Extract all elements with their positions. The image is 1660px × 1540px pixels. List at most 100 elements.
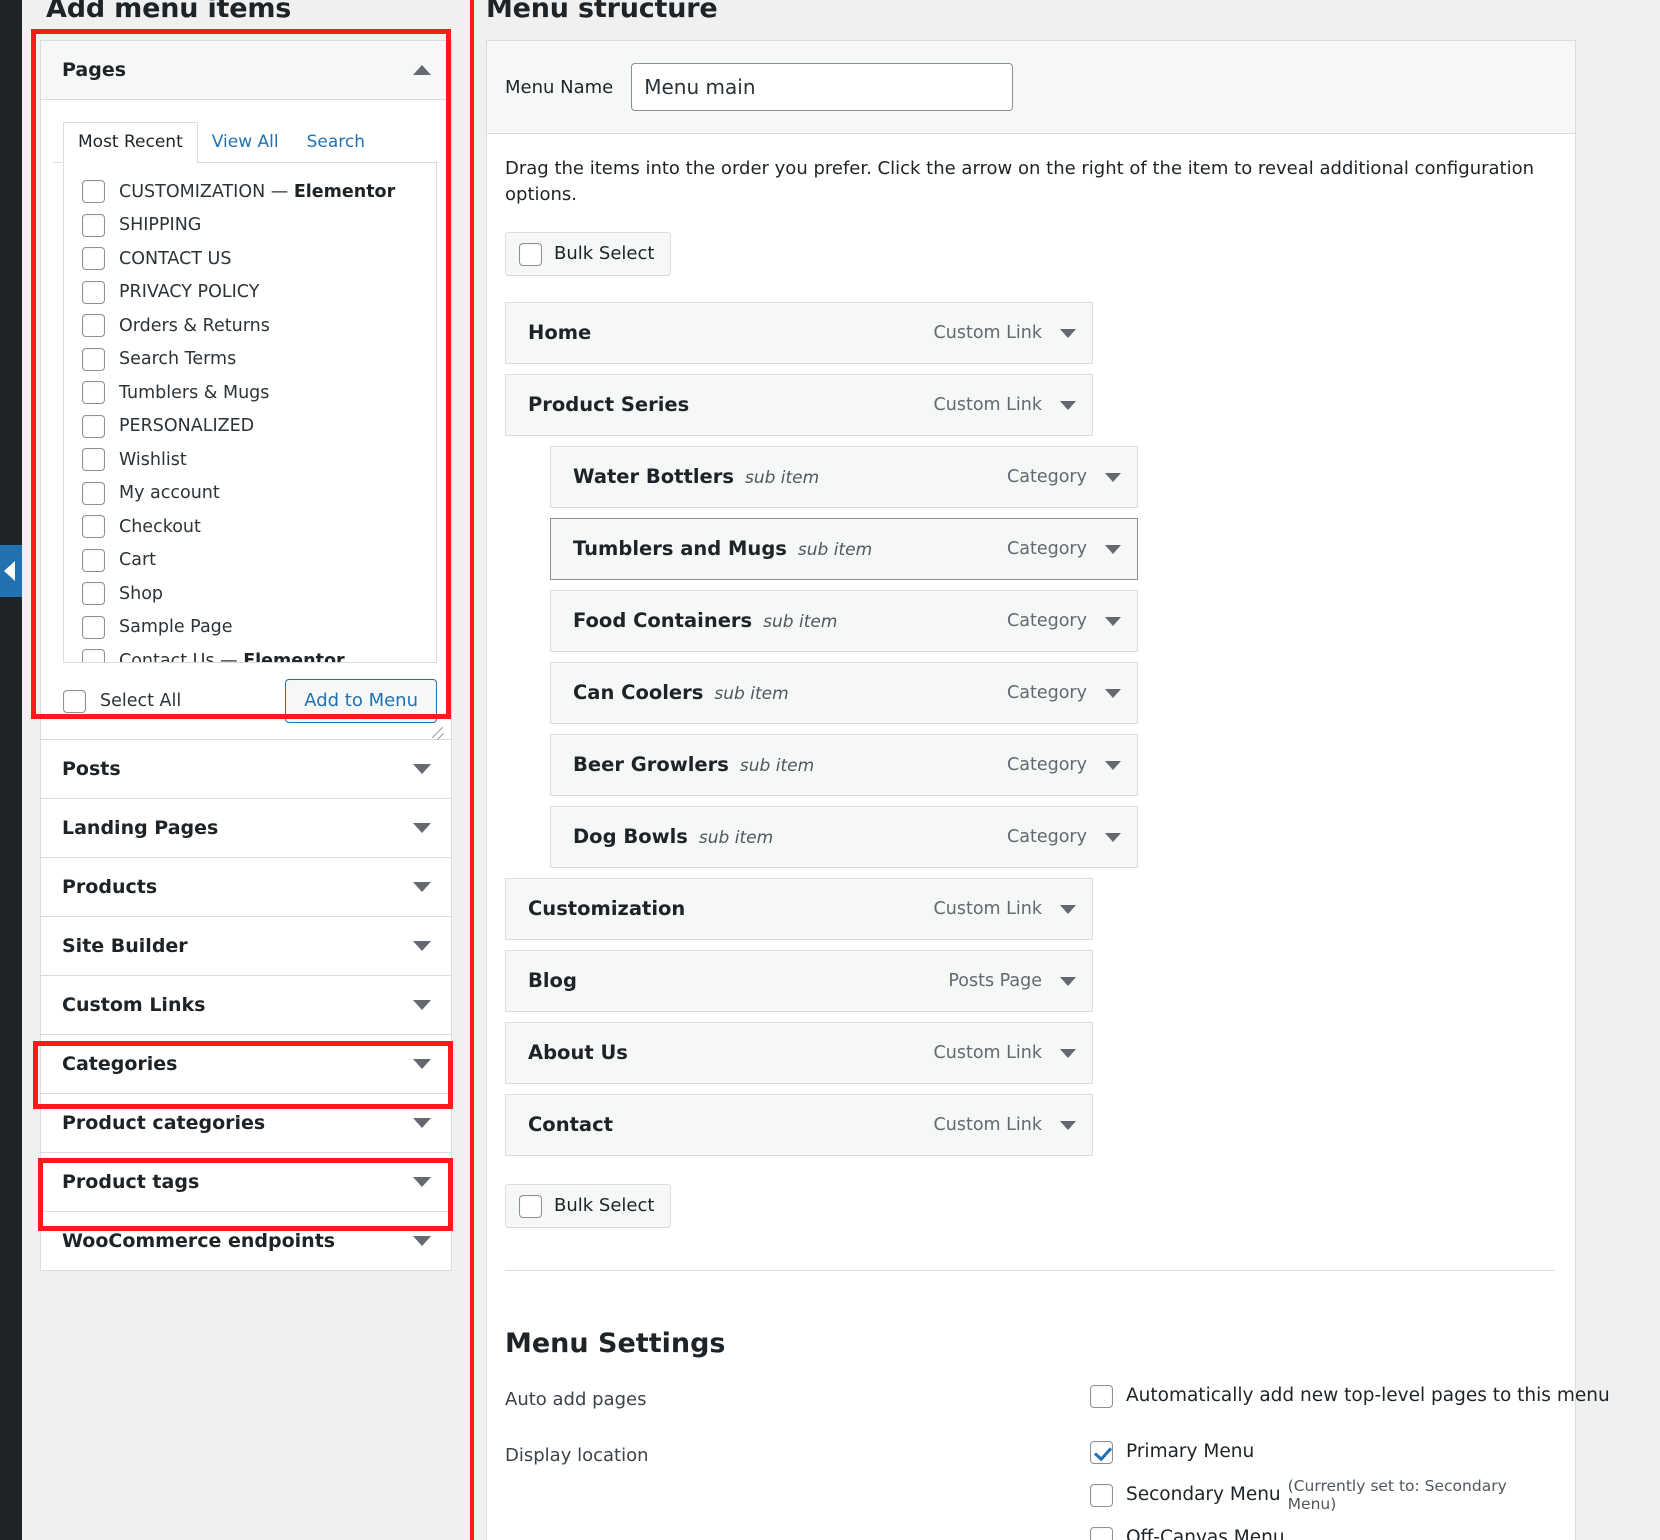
select-all-checkbox[interactable] xyxy=(63,690,86,713)
menu-item-sub-label: sub item xyxy=(763,612,837,632)
bulk-select-bottom-button[interactable]: Bulk Select xyxy=(505,1184,671,1228)
menu-structure-item[interactable]: CustomizationCustom Link xyxy=(505,878,1093,940)
collapse-menu-button[interactable] xyxy=(0,545,22,597)
page-list-item[interactable]: CONTACT US xyxy=(64,242,436,276)
accordion-header-site-builder[interactable]: Site Builder xyxy=(41,917,451,975)
chevron-up-icon[interactable] xyxy=(413,65,431,75)
menu-structure-item[interactable]: Beer Growlerssub itemCategory xyxy=(550,734,1138,796)
page-item-checkbox[interactable] xyxy=(82,415,105,438)
page-list-item[interactable]: Tumblers & Mugs xyxy=(64,376,436,410)
page-item-checkbox[interactable] xyxy=(82,582,105,605)
page-list-item[interactable]: Sample Page xyxy=(64,611,436,645)
page-item-checkbox[interactable] xyxy=(82,482,105,505)
page-list-item[interactable]: Wishlist xyxy=(64,443,436,477)
display-location-checkbox[interactable] xyxy=(1090,1441,1113,1464)
chevron-down-icon[interactable] xyxy=(413,1177,431,1187)
page-item-checkbox[interactable] xyxy=(82,448,105,471)
page-item-checkbox[interactable] xyxy=(82,247,105,270)
chevron-down-icon[interactable] xyxy=(1060,1049,1076,1058)
auto-add-pages-checkbox[interactable] xyxy=(1090,1385,1113,1408)
add-to-menu-button[interactable]: Add to Menu xyxy=(285,679,437,723)
page-item-checkbox[interactable] xyxy=(82,549,105,572)
chevron-down-icon[interactable] xyxy=(1105,473,1121,482)
page-list-item[interactable]: Cart xyxy=(64,544,436,578)
display-location-checkbox[interactable] xyxy=(1090,1484,1113,1507)
page-item-checkbox[interactable] xyxy=(82,214,105,237)
page-item-label: My account xyxy=(119,482,220,504)
menu-structure-item[interactable]: Tumblers and Mugssub itemCategory xyxy=(550,518,1138,580)
chevron-down-icon[interactable] xyxy=(413,1236,431,1246)
page-list-item[interactable]: CUSTOMIZATION — Elementor xyxy=(64,175,436,209)
chevron-down-icon[interactable] xyxy=(1105,617,1121,626)
tab-search[interactable]: Search xyxy=(293,123,379,162)
bulk-select-bottom-checkbox[interactable] xyxy=(519,1195,542,1218)
page-item-checkbox[interactable] xyxy=(82,381,105,404)
chevron-down-icon[interactable] xyxy=(1105,545,1121,554)
display-location-option[interactable]: Off-Canvas Menu xyxy=(1090,1525,1555,1540)
page-list-item[interactable]: Search Terms xyxy=(64,343,436,377)
page-item-checkbox[interactable] xyxy=(82,281,105,304)
tab-most-recent[interactable]: Most Recent xyxy=(63,122,198,163)
chevron-down-icon[interactable] xyxy=(413,882,431,892)
chevron-down-icon[interactable] xyxy=(413,941,431,951)
chevron-down-icon[interactable] xyxy=(1060,1121,1076,1130)
page-list-item[interactable]: Checkout xyxy=(64,510,436,544)
display-location-checkbox[interactable] xyxy=(1090,1527,1113,1540)
page-item-checkbox[interactable] xyxy=(82,314,105,337)
menu-structure-item[interactable]: Product SeriesCustom Link xyxy=(505,374,1093,436)
tab-view-all[interactable]: View All xyxy=(198,123,293,162)
chevron-down-icon[interactable] xyxy=(413,1000,431,1010)
chevron-down-icon[interactable] xyxy=(1060,329,1076,338)
bulk-select-top-button[interactable]: Bulk Select xyxy=(505,232,671,276)
chevron-down-icon[interactable] xyxy=(413,1059,431,1069)
chevron-down-icon[interactable] xyxy=(413,823,431,833)
accordion-header-products[interactable]: Products xyxy=(41,858,451,916)
page-list-item[interactable]: Contact Us — Elementor xyxy=(64,644,436,663)
page-list-item[interactable]: My account xyxy=(64,477,436,511)
page-list-item[interactable]: PRIVACY POLICY xyxy=(64,276,436,310)
menu-structure-item[interactable]: ContactCustom Link xyxy=(505,1094,1093,1156)
chevron-down-icon[interactable] xyxy=(1105,833,1121,842)
menu-structure-item[interactable]: Water Bottlerssub itemCategory xyxy=(550,446,1138,508)
menu-name-input[interactable] xyxy=(631,63,1013,111)
menu-structure-item[interactable]: Dog Bowlssub itemCategory xyxy=(550,806,1138,868)
auto-add-pages-option[interactable]: Automatically add new top-level pages to… xyxy=(1090,1383,1610,1409)
chevron-down-icon[interactable] xyxy=(1060,905,1076,914)
chevron-down-icon[interactable] xyxy=(1060,977,1076,986)
bulk-select-top-checkbox[interactable] xyxy=(519,243,542,266)
menu-structure-item[interactable]: HomeCustom Link xyxy=(505,302,1093,364)
chevron-down-icon[interactable] xyxy=(1105,689,1121,698)
page-list-item[interactable]: SHIPPING xyxy=(64,209,436,243)
menu-structure-item[interactable]: Can Coolerssub itemCategory xyxy=(550,662,1138,724)
accordion-header-landing-pages[interactable]: Landing Pages xyxy=(41,799,451,857)
accordion-header-custom-links[interactable]: Custom Links xyxy=(41,976,451,1034)
page-item-checkbox[interactable] xyxy=(82,649,105,663)
accordion-header-woocommerce-endpoints[interactable]: WooCommerce endpoints xyxy=(41,1212,451,1270)
menu-structure-item[interactable]: About UsCustom Link xyxy=(505,1022,1093,1084)
accordion-header-product-tags[interactable]: Product tags xyxy=(41,1153,451,1211)
display-location-option[interactable]: Secondary Menu(Currently set to: Seconda… xyxy=(1090,1477,1555,1513)
menu-structure-item[interactable]: Food Containerssub itemCategory xyxy=(550,590,1138,652)
chevron-down-icon[interactable] xyxy=(1060,401,1076,410)
page-list-item[interactable]: Orders & Returns xyxy=(64,309,436,343)
pages-checkbox-list[interactable]: CUSTOMIZATION — ElementorSHIPPINGCONTACT… xyxy=(63,163,437,663)
resize-handle-icon[interactable] xyxy=(429,721,445,737)
page-item-checkbox[interactable] xyxy=(82,180,105,203)
accordion-header-categories[interactable]: Categories xyxy=(41,1035,451,1093)
pages-panel-header[interactable]: Pages xyxy=(41,41,451,100)
chevron-down-icon[interactable] xyxy=(1105,761,1121,770)
page-list-item[interactable]: PERSONALIZED xyxy=(64,410,436,444)
select-all-control[interactable]: Select All xyxy=(63,690,181,713)
menu-structure-item[interactable]: BlogPosts Page xyxy=(505,950,1093,1012)
chevron-down-icon[interactable] xyxy=(413,764,431,774)
page-list-item[interactable]: Shop xyxy=(64,577,436,611)
page-item-checkbox[interactable] xyxy=(82,348,105,371)
accordion-header-posts[interactable]: Posts xyxy=(41,740,451,798)
accordion-header-product-categories[interactable]: Product categories xyxy=(41,1094,451,1152)
page-item-checkbox[interactable] xyxy=(82,616,105,639)
menu-items-sortable-list[interactable]: HomeCustom Link Product SeriesCustom Link… xyxy=(505,302,1555,1156)
display-location-option[interactable]: Primary Menu xyxy=(1090,1439,1555,1465)
display-location-label: Display location xyxy=(505,1439,1090,1469)
page-item-checkbox[interactable] xyxy=(82,515,105,538)
chevron-down-icon[interactable] xyxy=(413,1118,431,1128)
